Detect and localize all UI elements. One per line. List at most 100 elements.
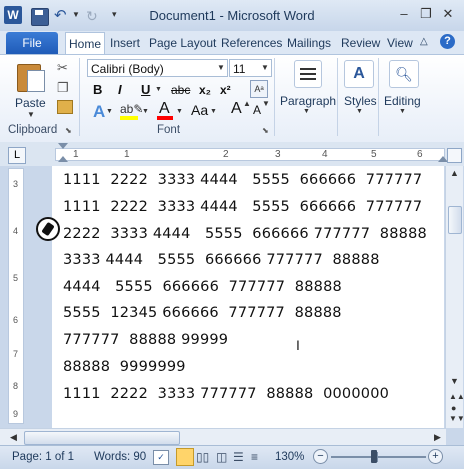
italic-button[interactable]: I — [118, 82, 122, 97]
word-count[interactable]: Words: 90 — [94, 451, 146, 463]
paragraph-dropdown-icon[interactable]: ▼ — [303, 108, 310, 115]
outline-icon[interactable]: ☰ — [233, 450, 244, 464]
text-effects-dropdown-icon[interactable]: ▼ — [106, 108, 113, 115]
clipboard-group-label: Clipboard — [8, 124, 58, 136]
vertical-ruler[interactable]: 3 4 5 6 7 8 9 — [8, 168, 24, 424]
format-painter-icon[interactable] — [57, 100, 73, 114]
zoom-out-icon[interactable]: − — [313, 449, 328, 464]
title-bar: W ↶ ▼ ↻ ▾ Document1 - Microsoft Word – ❐… — [0, 0, 464, 32]
editing-dropdown-icon[interactable]: ▼ — [399, 108, 406, 115]
zoom-slider-thumb[interactable] — [371, 450, 377, 463]
horizontal-scroll-thumb[interactable] — [24, 431, 180, 445]
previous-page-icon[interactable]: ▲▲ — [449, 392, 464, 401]
minimize-icon[interactable]: – — [396, 6, 412, 22]
tab-page-layout[interactable]: Page Layout — [149, 36, 216, 50]
page-count[interactable]: Page: 1 of 1 — [12, 451, 74, 463]
scroll-up-icon[interactable]: ▲ — [450, 168, 459, 178]
paragraph-icon[interactable] — [294, 60, 322, 88]
close-icon[interactable]: ✕ — [440, 6, 456, 22]
restore-icon[interactable]: ❐ — [418, 6, 434, 22]
grow-font-button[interactable]: A — [231, 100, 242, 118]
proofing-icon[interactable]: ✓ — [153, 450, 169, 465]
underline-dropdown-icon[interactable]: ▼ — [155, 86, 162, 93]
vertical-scroll-thumb[interactable] — [448, 206, 462, 234]
styles-dropdown-icon[interactable]: ▼ — [356, 108, 363, 115]
document-line[interactable]: 1111 2222 3333 4444 5555 666666 777777 — [63, 172, 422, 188]
shrink-font-button[interactable]: A — [253, 103, 261, 117]
text-effects-icon[interactable]: A — [93, 102, 105, 122]
superscript-button[interactable]: x² — [220, 83, 231, 97]
document-line[interactable]: 1111 2222 3333 777777 88888 0000000 — [63, 386, 389, 402]
document-line[interactable]: 4444 5555 666666 777777 88888 — [63, 279, 342, 295]
tab-selector-icon[interactable]: L — [8, 147, 26, 164]
tab-home[interactable]: Home — [65, 32, 105, 55]
window-title: Document1 - Microsoft Word — [149, 8, 315, 23]
print-layout-icon[interactable] — [176, 448, 194, 466]
styles-button[interactable]: Styles — [344, 94, 377, 108]
tab-review[interactable]: Review — [341, 36, 380, 50]
draft-icon[interactable]: ≡ — [251, 450, 258, 464]
view-ruler-icon[interactable] — [447, 148, 462, 163]
strikethrough-button[interactable]: abc — [171, 83, 190, 97]
vruler-number: 3 — [13, 179, 19, 189]
vruler-number: 5 — [13, 273, 19, 283]
document-line[interactable]: 88888 9999999 — [63, 359, 186, 375]
subscript-button[interactable]: x₂ — [199, 83, 211, 97]
tab-insert[interactable]: Insert — [110, 36, 140, 50]
clipboard-launcher-icon[interactable]: ⬊ — [65, 126, 72, 135]
document-line[interactable]: 1111 2222 3333 4444 5555 666666 777777 — [63, 199, 422, 215]
change-case-button[interactable]: Aa — [191, 102, 208, 118]
document-line[interactable]: 3333 4444 5555 666666 777777 88888 — [63, 252, 380, 268]
next-page-icon[interactable]: ▼▼ — [449, 414, 464, 423]
clear-formatting-icon[interactable]: Aᵃ — [250, 80, 268, 98]
cut-icon[interactable]: ✂ — [57, 60, 68, 76]
paste-button[interactable]: Paste — [15, 96, 46, 110]
font-name-dropdown-icon[interactable]: ▼ — [217, 63, 225, 72]
zoom-in-icon[interactable]: + — [428, 449, 443, 464]
zoom-level[interactable]: 130% — [275, 451, 304, 463]
zoom-slider[interactable] — [331, 456, 426, 458]
font-group-label: Font — [157, 124, 181, 136]
web-layout-icon[interactable]: ◫ — [216, 450, 227, 464]
styles-icon[interactable]: A — [344, 60, 374, 88]
vertical-scrollbar[interactable]: ▲ ▼ ▲▲ ● ▼▼ — [445, 166, 464, 428]
help-icon[interactable]: ? — [440, 34, 455, 49]
font-name-value: Calibri (Body) — [91, 62, 164, 76]
tab-references[interactable]: References — [221, 36, 282, 50]
horizontal-scrollbar[interactable]: ◀ ▶ — [0, 428, 446, 446]
minimize-ribbon-icon[interactable]: △ — [420, 36, 428, 47]
full-screen-reading-icon[interactable]: ▯▯ — [196, 450, 209, 464]
highlight-dropdown-icon[interactable]: ▼ — [142, 108, 149, 115]
scroll-left-icon[interactable]: ◀ — [10, 432, 17, 443]
scroll-down-icon[interactable]: ▼ — [450, 376, 459, 386]
vruler-number: 4 — [13, 226, 19, 236]
document-line[interactable]: 777777 88888 99999 — [63, 332, 228, 348]
tab-view[interactable]: View — [387, 36, 413, 50]
font-size-dropdown-icon[interactable]: ▼ — [261, 63, 269, 72]
first-line-indent-icon[interactable] — [58, 143, 68, 149]
underline-button[interactable]: U — [141, 82, 150, 97]
document-line[interactable]: 2222 3333 4444 5555 666666 777777 88888 — [63, 226, 427, 242]
document-page[interactable]: 1111 2222 3333 4444 5555 666666 777777 1… — [52, 166, 444, 428]
paste-icon[interactable] — [17, 60, 45, 92]
copy-icon[interactable]: ❐ — [57, 80, 69, 96]
horizontal-ruler[interactable]: 1 1 2 3 4 5 6 — [55, 148, 445, 161]
paragraph-button[interactable]: Paragraph — [280, 94, 336, 108]
tab-file[interactable]: File — [6, 32, 58, 54]
hanging-indent-icon[interactable] — [58, 156, 68, 162]
editing-icon[interactable]: 🔍︎ — [389, 60, 419, 88]
group-separator — [79, 58, 80, 136]
font-color-dropdown-icon[interactable]: ▼ — [176, 108, 183, 115]
scroll-right-icon[interactable]: ▶ — [434, 432, 441, 443]
font-launcher-icon[interactable]: ⬊ — [262, 126, 269, 135]
change-case-dropdown-icon[interactable]: ▼ — [210, 108, 217, 115]
tab-mailings[interactable]: Mailings — [287, 36, 331, 50]
bold-button[interactable]: B — [93, 82, 102, 97]
font-name-combo[interactable]: Calibri (Body) — [87, 59, 228, 77]
editing-button[interactable]: Editing — [384, 94, 421, 108]
paste-dropdown-icon[interactable]: ▼ — [27, 110, 35, 119]
font-color-bar — [157, 116, 173, 120]
document-line[interactable]: 5555 12345 666666 777777 88888 — [63, 305, 342, 321]
select-browse-object-icon[interactable]: ● — [451, 403, 456, 413]
highlight-icon[interactable]: ab✎ — [120, 102, 143, 116]
